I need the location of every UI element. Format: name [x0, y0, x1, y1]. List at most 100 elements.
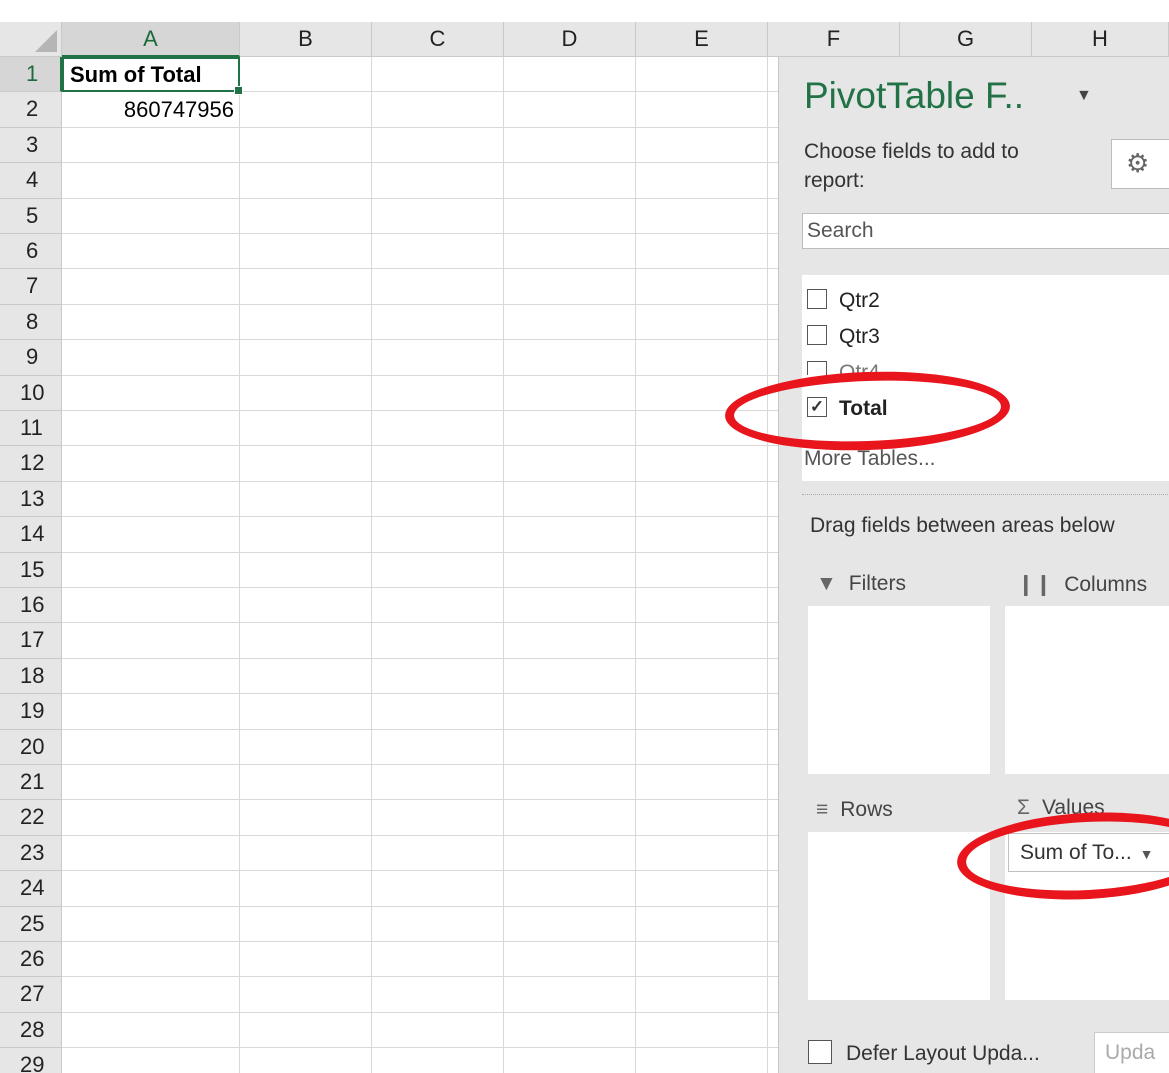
update-button[interactable]: Upda	[1094, 1032, 1169, 1073]
column-header-e[interactable]: E	[636, 22, 768, 57]
column-header-h[interactable]: H	[1032, 22, 1169, 57]
row-header-19[interactable]: 19	[0, 694, 62, 730]
row-header-14[interactable]: 14	[0, 517, 62, 553]
gridline	[62, 799, 778, 801]
rows-area-header: ≡ Rows	[816, 798, 893, 822]
row-header-4[interactable]: 4	[0, 163, 62, 199]
gridline	[62, 657, 778, 659]
row-header-15[interactable]: 15	[0, 552, 62, 588]
columns-label: Columns	[1064, 573, 1148, 596]
column-header-d[interactable]: D	[504, 22, 636, 57]
field-label: Qtr2	[839, 289, 880, 312]
column-header-b[interactable]: B	[240, 22, 372, 57]
gridline	[62, 516, 778, 518]
cell-a1[interactable]: Sum of Total	[62, 57, 243, 95]
fill-handle[interactable]	[234, 86, 243, 95]
gridline	[62, 445, 778, 447]
row-header-3[interactable]: 3	[0, 127, 62, 164]
drag-fields-hint: Drag fields between areas below	[810, 514, 1115, 537]
row-header-23[interactable]: 23	[0, 835, 62, 872]
field-label: Qtr3	[839, 325, 880, 348]
gridline	[62, 764, 778, 765]
row-header-28[interactable]: 28	[0, 1012, 62, 1049]
row-header-9[interactable]: 9	[0, 340, 62, 376]
row-header-8[interactable]: 8	[0, 304, 62, 341]
field-item-qtr2[interactable]: Qtr2	[807, 289, 880, 313]
column-header-c[interactable]: C	[372, 22, 504, 57]
field-checkbox[interactable]	[807, 361, 827, 375]
row-header-7[interactable]: 7	[0, 269, 62, 305]
columns-drop-area[interactable]	[1005, 606, 1169, 774]
gridline	[62, 480, 778, 482]
filters-label: Filters	[848, 572, 906, 595]
defer-label: Defer Layout Upda...	[846, 1042, 1040, 1065]
filter-icon: ▼	[816, 572, 837, 595]
gridline	[371, 57, 372, 1073]
field-item-qtr3[interactable]: Qtr3	[807, 325, 880, 349]
gridline	[62, 551, 778, 553]
select-all-icon	[35, 30, 57, 52]
row-header-2[interactable]: 2	[0, 92, 62, 128]
gridline	[239, 57, 240, 1073]
gridline	[62, 870, 778, 872]
row-header-1[interactable]: 1	[0, 57, 62, 93]
row-header-26[interactable]: 26	[0, 942, 62, 978]
gridline	[62, 374, 778, 376]
gridline	[62, 268, 778, 270]
gridline	[62, 410, 778, 411]
cell-a2[interactable]: 860747956	[62, 92, 234, 128]
column-header-a[interactable]: A	[62, 22, 240, 57]
row-header-10[interactable]: 10	[0, 375, 62, 411]
filters-area-header: ▼ Filters	[816, 572, 906, 596]
pane-options-dropdown-icon[interactable]: ▼	[1076, 87, 1092, 105]
rows-icon: ≡	[816, 798, 829, 821]
row-header-6[interactable]: 6	[0, 234, 62, 270]
row-header-11[interactable]: 11	[0, 411, 62, 447]
row-header-27[interactable]: 27	[0, 977, 62, 1013]
column-header-g[interactable]: G	[900, 22, 1032, 57]
row-header-5[interactable]: 5	[0, 198, 62, 234]
columns-area-header: ❙❙ Columns	[1017, 572, 1147, 597]
select-all-button[interactable]	[0, 22, 62, 57]
row-header-24[interactable]: 24	[0, 871, 62, 907]
gridline	[62, 1047, 778, 1049]
filters-drop-area[interactable]	[808, 606, 990, 774]
row-header-22[interactable]: 22	[0, 800, 62, 836]
gridline	[62, 941, 778, 942]
field-checkbox[interactable]	[807, 289, 827, 310]
field-checkbox[interactable]	[807, 325, 827, 346]
gridline	[62, 693, 778, 695]
field-search-input[interactable]: Search	[802, 213, 1169, 249]
gridline	[62, 233, 778, 234]
row-header-13[interactable]: 13	[0, 481, 62, 518]
tools-button[interactable]: ⚙	[1111, 139, 1169, 189]
gridline	[62, 905, 778, 907]
defer-layout-update[interactable]: Defer Layout Upda...	[808, 1040, 1040, 1066]
column-header-f[interactable]: F	[768, 22, 900, 57]
pane-title: PivotTable F..	[804, 75, 1025, 116]
divider	[802, 494, 1169, 495]
gridline	[62, 339, 778, 341]
sigma-icon: Σ	[1017, 796, 1030, 818]
row-header-25[interactable]: 25	[0, 906, 62, 942]
gear-icon: ⚙	[1126, 148, 1150, 178]
excel-window: A B C D E F G H 1 2 3 4 5 6 7 8 9 10 11 12 13 14 15 16 1…	[0, 0, 1169, 1073]
row-header-16[interactable]: 16	[0, 588, 62, 624]
row-header-20[interactable]: 20	[0, 729, 62, 765]
cell-a1-text: Sum of Total	[70, 62, 202, 87]
row-header-17[interactable]: 17	[0, 623, 62, 659]
gridline	[62, 587, 778, 588]
gridline	[635, 57, 636, 1073]
gridline	[62, 976, 778, 978]
pivottable-fields-pane: PivotTable F.. ▼ Choose fields to add to…	[778, 57, 1169, 1073]
row-header-21[interactable]: 21	[0, 765, 62, 801]
gridline	[767, 57, 768, 1073]
gridline	[503, 57, 504, 1073]
row-header-12[interactable]: 12	[0, 446, 62, 482]
columns-icon: ❙❙	[1017, 573, 1053, 596]
row-header-18[interactable]: 18	[0, 658, 62, 695]
row-header-29[interactable]: 29	[0, 1048, 62, 1073]
gridline	[62, 197, 778, 199]
defer-checkbox[interactable]	[808, 1040, 832, 1065]
more-tables-link[interactable]: More Tables...	[804, 447, 936, 471]
